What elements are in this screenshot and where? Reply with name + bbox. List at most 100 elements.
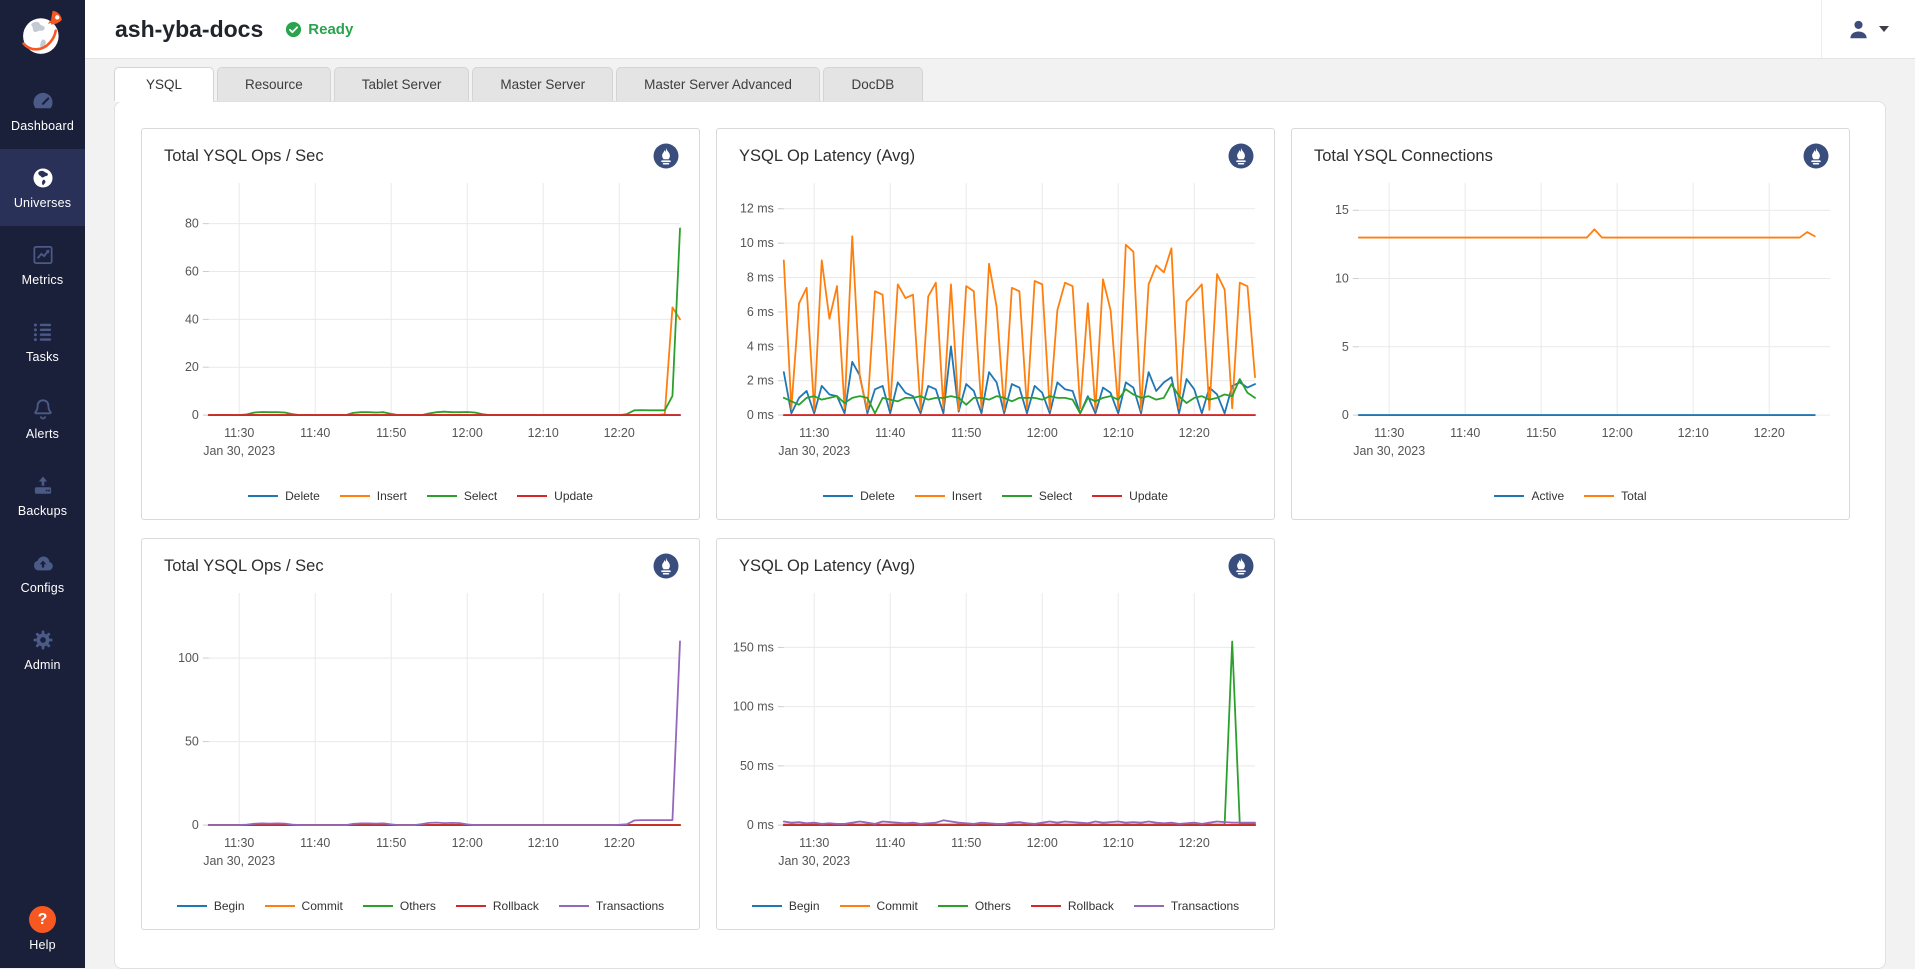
sidebar-item-configs[interactable]: Configs xyxy=(0,534,85,611)
check-circle-icon xyxy=(285,21,302,38)
svg-text:11:50: 11:50 xyxy=(376,836,406,850)
chevron-down-icon xyxy=(1879,26,1889,32)
legend-item-transactions[interactable]: Transactions xyxy=(1134,899,1239,913)
svg-text:11:30: 11:30 xyxy=(224,836,254,850)
prometheus-icon[interactable] xyxy=(1228,553,1254,579)
legend-label: Rollback xyxy=(493,899,539,913)
legend-item-insert[interactable]: Insert xyxy=(340,489,407,503)
legend-swatch xyxy=(265,905,295,907)
svg-text:12:10: 12:10 xyxy=(1103,426,1134,440)
legend-label: Delete xyxy=(285,489,320,503)
legend-item-commit[interactable]: Commit xyxy=(840,899,918,913)
legend-item-delete[interactable]: Delete xyxy=(248,489,320,503)
legend-label: Begin xyxy=(214,899,245,913)
legend-label: Select xyxy=(464,489,497,503)
universe-title: ash-yba-docs xyxy=(115,16,263,43)
prometheus-icon[interactable] xyxy=(1803,143,1829,169)
svg-text:11:40: 11:40 xyxy=(875,426,905,440)
legend-item-others[interactable]: Others xyxy=(938,899,1011,913)
svg-text:11:40: 11:40 xyxy=(300,426,330,440)
svg-text:12:20: 12:20 xyxy=(604,426,635,440)
svg-text:12:10: 12:10 xyxy=(528,426,559,440)
legend-item-update[interactable]: Update xyxy=(517,489,593,503)
legend-item-insert[interactable]: Insert xyxy=(915,489,982,503)
legend-swatch xyxy=(823,495,853,497)
yugabyte-logo[interactable] xyxy=(0,0,85,72)
svg-text:Jan 30, 2023: Jan 30, 2023 xyxy=(203,854,275,868)
prometheus-icon[interactable] xyxy=(653,143,679,169)
alerts-icon xyxy=(30,396,56,422)
tab-resource[interactable]: Resource xyxy=(217,67,331,101)
legend-item-select[interactable]: Select xyxy=(1002,489,1072,503)
tab-master-server-advanced[interactable]: Master Server Advanced xyxy=(616,67,820,101)
svg-text:11:30: 11:30 xyxy=(799,836,829,850)
chart-plot: 11:30Jan 30, 202311:4011:5012:0012:1012:… xyxy=(154,171,687,470)
tab-tablet-server[interactable]: Tablet Server xyxy=(334,67,470,101)
legend-item-delete[interactable]: Delete xyxy=(823,489,895,503)
legend-item-active[interactable]: Active xyxy=(1494,489,1564,503)
svg-text:50 ms: 50 ms xyxy=(740,759,774,773)
svg-text:11:50: 11:50 xyxy=(1526,426,1556,440)
svg-text:12:00: 12:00 xyxy=(1602,426,1633,440)
legend-item-rollback[interactable]: Rollback xyxy=(456,899,539,913)
metrics-tabbar: YSQL Resource Tablet Server Master Serve… xyxy=(114,67,1886,101)
legend-swatch xyxy=(340,495,370,497)
legend-item-total[interactable]: Total xyxy=(1584,489,1646,503)
sidebar-item-tasks[interactable]: Tasks xyxy=(0,303,85,380)
svg-text:12:00: 12:00 xyxy=(1027,836,1058,850)
sidebar-item-label: Metrics xyxy=(22,273,64,287)
sidebar-item-label: Admin xyxy=(24,658,60,672)
legend-swatch xyxy=(1002,495,1032,497)
sidebar-item-label: Backups xyxy=(18,504,67,518)
legend-item-rollback[interactable]: Rollback xyxy=(1031,899,1114,913)
prometheus-icon[interactable] xyxy=(1228,143,1254,169)
tab-ysql[interactable]: YSQL xyxy=(114,67,214,101)
tab-master-server[interactable]: Master Server xyxy=(472,67,613,101)
svg-text:40: 40 xyxy=(185,312,199,326)
sidebar-nav: Dashboard Universes Metrics Tasks xyxy=(0,72,85,688)
sidebar-item-metrics[interactable]: Metrics xyxy=(0,226,85,303)
legend-swatch xyxy=(1134,905,1164,907)
legend-swatch xyxy=(752,905,782,907)
legend-swatch xyxy=(559,905,589,907)
legend-item-update[interactable]: Update xyxy=(1092,489,1168,503)
svg-text:150 ms: 150 ms xyxy=(733,640,774,654)
svg-text:12:00: 12:00 xyxy=(452,426,483,440)
sidebar-item-label: Configs xyxy=(21,581,65,595)
svg-text:11:40: 11:40 xyxy=(1450,426,1480,440)
legend-label: Transactions xyxy=(1171,899,1239,913)
chart-legend: Active Total xyxy=(1304,489,1837,511)
svg-text:12:10: 12:10 xyxy=(1678,426,1709,440)
tasks-icon xyxy=(30,319,56,345)
legend-item-others[interactable]: Others xyxy=(363,899,436,913)
sidebar-item-backups[interactable]: Backups xyxy=(0,457,85,534)
sidebar-item-help[interactable]: ? Help xyxy=(29,906,56,952)
legend-item-begin[interactable]: Begin xyxy=(752,899,820,913)
legend-item-select[interactable]: Select xyxy=(427,489,497,503)
svg-text:11:50: 11:50 xyxy=(951,836,981,850)
sidebar-item-label: Universes xyxy=(14,196,71,210)
svg-text:Jan 30, 2023: Jan 30, 2023 xyxy=(778,444,850,458)
svg-text:11:30: 11:30 xyxy=(1374,426,1404,440)
user-menu[interactable] xyxy=(1822,17,1915,42)
legend-item-commit[interactable]: Commit xyxy=(265,899,343,913)
dashboard-icon xyxy=(30,88,56,114)
tab-docdb[interactable]: DocDB xyxy=(823,67,923,101)
chart-legend: Begin Commit Others Rollback Transactions xyxy=(154,899,687,921)
admin-icon xyxy=(30,627,56,653)
legend-label: Delete xyxy=(860,489,895,503)
svg-text:6 ms: 6 ms xyxy=(747,305,774,319)
legend-swatch xyxy=(1092,495,1122,497)
chart-legend: Delete Insert Select Update xyxy=(154,489,687,511)
svg-text:11:30: 11:30 xyxy=(799,426,829,440)
sidebar-item-dashboard[interactable]: Dashboard xyxy=(0,72,85,149)
legend-label: Update xyxy=(1129,489,1168,503)
chart-title: Total YSQL Ops / Sec xyxy=(164,553,324,576)
sidebar: Dashboard Universes Metrics Tasks xyxy=(0,0,85,968)
sidebar-item-universes[interactable]: Universes xyxy=(0,149,85,226)
sidebar-item-admin[interactable]: Admin xyxy=(0,611,85,688)
legend-item-transactions[interactable]: Transactions xyxy=(559,899,664,913)
prometheus-icon[interactable] xyxy=(653,553,679,579)
sidebar-item-alerts[interactable]: Alerts xyxy=(0,380,85,457)
legend-item-begin[interactable]: Begin xyxy=(177,899,245,913)
